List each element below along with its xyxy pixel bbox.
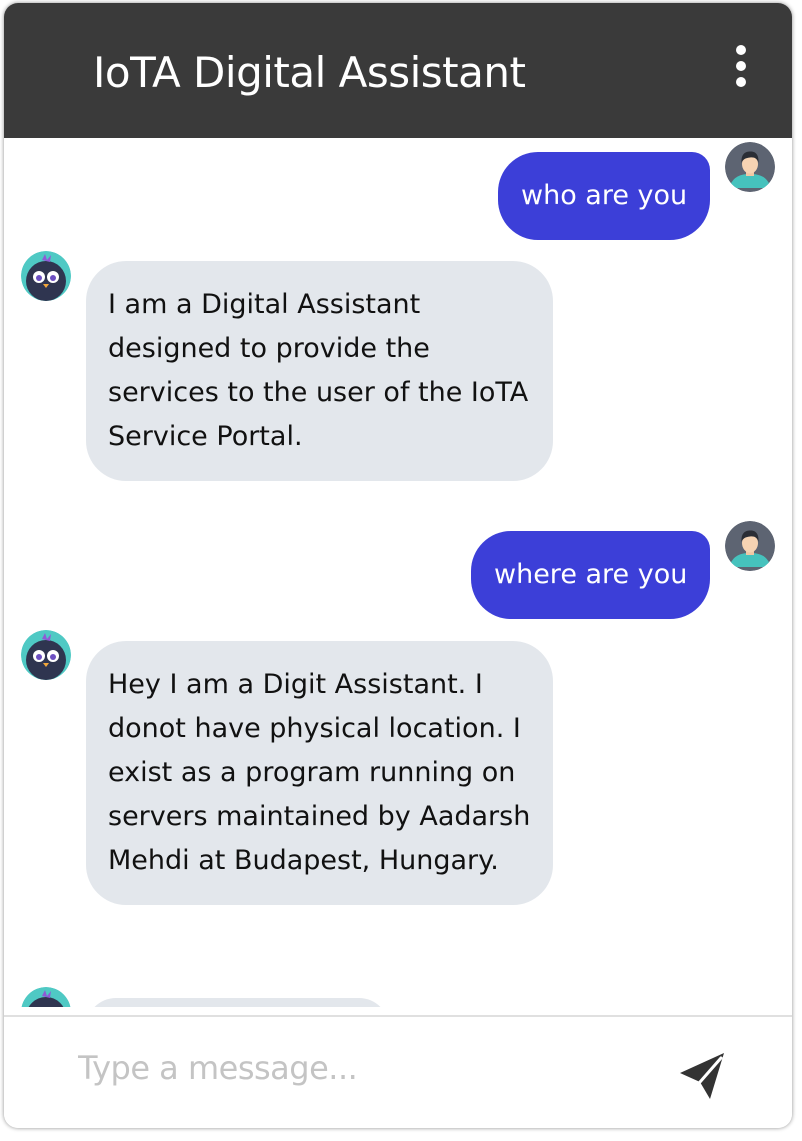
paper-plane-icon[interactable] — [674, 1047, 730, 1103]
chat-header: IoTA Digital Assistant — [4, 3, 792, 138]
user-message-bubble: where are you — [471, 531, 711, 619]
message-composer — [4, 1015, 792, 1128]
bot-message-bubble: I am a Digital Assistant designed to pro… — [86, 261, 553, 481]
chat-title: IoTA Digital Assistant — [93, 48, 526, 97]
bot-avatar — [21, 987, 71, 1007]
bot-avatar — [21, 630, 71, 680]
user-message-bubble: who are you — [498, 152, 711, 240]
message-input[interactable] — [76, 1037, 660, 1099]
message-list[interactable]: who are you I am a Digital Assistant des… — [4, 138, 792, 1007]
chat-widget: IoTA Digital Assistant who are you I am … — [4, 3, 792, 1128]
bot-message-bubble: Hey I am a Digit Assistant. I donot have… — [86, 641, 553, 905]
bot-avatar — [21, 251, 71, 301]
bot-message-bubble — [86, 998, 389, 1007]
user-avatar — [725, 142, 775, 192]
vertical-dots-icon[interactable] — [726, 41, 756, 91]
user-avatar — [725, 521, 775, 571]
